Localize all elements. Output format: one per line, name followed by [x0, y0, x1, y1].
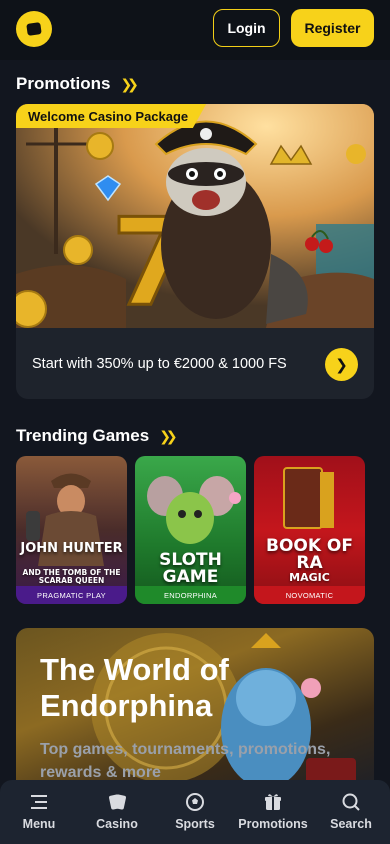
- sports-ball-icon: [186, 793, 204, 811]
- search-icon: [342, 793, 360, 811]
- promotions-header[interactable]: Promotions ❯❯: [16, 74, 139, 94]
- nav-item-search[interactable]: Search: [312, 780, 390, 844]
- chevron-right-icon: ❯: [335, 356, 348, 374]
- promo-image: 7 Welcome Casino Package: [16, 104, 374, 328]
- register-button[interactable]: Register: [291, 9, 374, 47]
- nav-label: Promotions: [238, 817, 308, 831]
- nav-item-casino[interactable]: Casino: [78, 780, 156, 844]
- trending-header[interactable]: Trending Games ❯❯: [16, 426, 178, 446]
- top-header: Login Register: [0, 0, 390, 60]
- nav-label: Search: [330, 817, 372, 831]
- game-provider: ENDORPHINA: [135, 586, 246, 604]
- game-title: SLOTH GAME: [159, 550, 222, 587]
- promo-text: Start with 350% up to €2000 & 1000 FS: [32, 356, 287, 372]
- bottom-nav: Menu Casino Sports Promotions Search: [0, 780, 390, 844]
- pirate-raccoon-illustration: 7: [16, 104, 374, 328]
- nav-label: Menu: [22, 817, 56, 831]
- brand-logo[interactable]: [16, 11, 52, 47]
- game-provider: PRAGMATIC PLAY: [16, 586, 127, 604]
- game-tile-sloth-game[interactable]: SLOTH GAME ENDORPHINA: [135, 456, 246, 604]
- game-tile-john-hunter[interactable]: JOHN HUNTER AND THE TOMB OF THE SCARAB Q…: [16, 456, 127, 604]
- game-provider: NOVOMATIC: [254, 586, 365, 604]
- promo-arrow-button[interactable]: ❯: [325, 348, 358, 381]
- nav-item-menu[interactable]: Menu: [0, 780, 78, 844]
- game-title: JOHN HUNTER: [20, 541, 123, 556]
- banner-text: Top games, tournaments, promotions, rewa…: [40, 741, 331, 782]
- promo-card[interactable]: 7 Welcome Casino Package Start with 350%…: [16, 104, 374, 399]
- gift-icon: [265, 794, 281, 810]
- banner-title: The World of Endorphina: [40, 652, 229, 723]
- game-subtitle: AND THE TOMB OF THE SCARAB QUEEN: [22, 568, 121, 586]
- promotions-title: Promotions: [16, 74, 111, 93]
- nav-label: Sports: [175, 817, 215, 831]
- menu-icon: [31, 795, 47, 809]
- double-chevron-right-icon: ❯❯: [120, 75, 139, 92]
- promo-tag: Welcome Casino Package: [16, 104, 207, 128]
- game-tile-book-of-ra[interactable]: BOOK OF RA MAGIC NOVOMATIC: [254, 456, 365, 604]
- nav-label: Casino: [96, 817, 138, 831]
- game-title: BOOK OF RA: [265, 536, 354, 573]
- game-subtitle: MAGIC: [289, 571, 330, 584]
- casino-icon: [109, 794, 126, 810]
- login-button[interactable]: Login: [213, 9, 280, 47]
- nav-item-promotions[interactable]: Promotions: [234, 780, 312, 844]
- endorphina-banner[interactable]: The World of Endorphina Top games, tourn…: [16, 628, 374, 798]
- trending-title: Trending Games: [16, 426, 150, 445]
- double-chevron-right-icon: ❯❯: [159, 427, 178, 444]
- nav-item-sports[interactable]: Sports: [156, 780, 234, 844]
- logo-mark: [26, 22, 42, 36]
